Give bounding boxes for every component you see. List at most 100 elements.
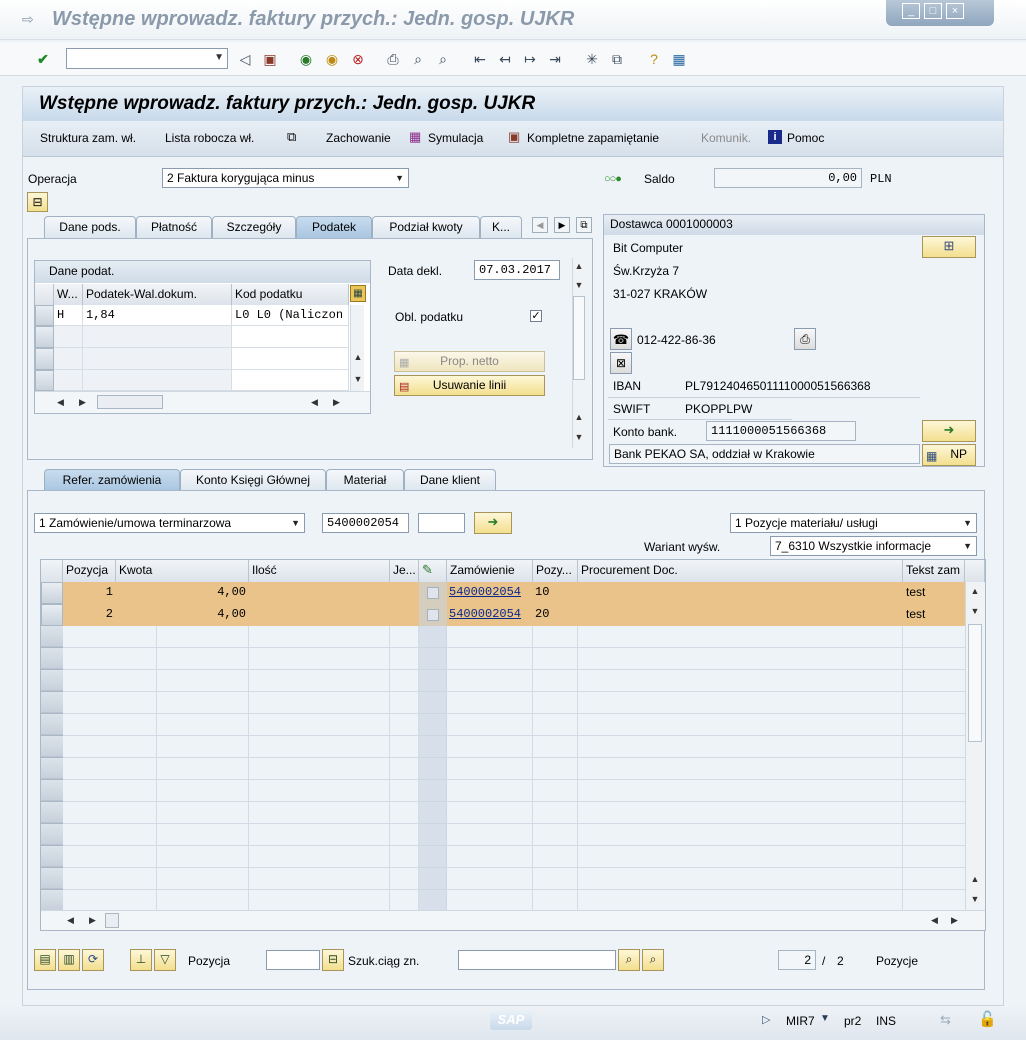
help-icon[interactable]: ? [645, 50, 663, 68]
items-col-pozy[interactable]: Pozy... [533, 560, 578, 582]
scroll-left-icon[interactable]: ◀ [57, 397, 64, 408]
obl-podatku-checkbox[interactable]: ✓ [530, 310, 542, 322]
item-zamowienie-link[interactable]: 5400002054 [449, 585, 521, 599]
items-col-config[interactable] [965, 560, 985, 582]
scroll-down-icon[interactable]: ▼ [967, 894, 983, 904]
item-kwota[interactable]: 4,00 [116, 607, 246, 621]
scroll-down-icon[interactable]: ▼ [573, 432, 585, 442]
items-empty-rows[interactable] [41, 626, 965, 910]
find-position-button[interactable]: ⊟ [322, 949, 344, 971]
items-col-procurement[interactable]: Procurement Doc. [578, 560, 903, 582]
tax-cell-empty[interactable] [232, 348, 349, 370]
refresh-button[interactable]: ⟳ [82, 949, 104, 971]
scroll-up-icon[interactable]: ▲ [967, 874, 983, 884]
transfer-po-button[interactable]: ➜ [474, 512, 512, 534]
layout-select[interactable]: 1 Pozycje materiału/ usługi ▼ [730, 513, 977, 533]
back-icon[interactable]: ◁ [236, 50, 254, 68]
tab-dane-klient[interactable]: Dane klient [404, 469, 496, 491]
pozycja-field[interactable] [266, 950, 320, 970]
tab-dane-pods[interactable]: Dane pods. [44, 216, 136, 238]
search-button[interactable]: ⌕ [618, 949, 640, 971]
minimize-icon[interactable]: _ [902, 3, 920, 19]
scroll-right-icon[interactable]: ▶ [89, 915, 96, 926]
scroll-up-icon[interactable]: ▲ [967, 586, 983, 596]
deselect-all-button[interactable]: ▥ [58, 949, 80, 971]
status-toggle-icon[interactable]: ▷ [762, 1013, 770, 1026]
tab-podzial-kwoty[interactable]: Podział kwoty [372, 216, 480, 238]
scroll-up-icon[interactable]: ▲ [573, 261, 585, 271]
folder-toggle-icon[interactable]: ⊟ [27, 192, 48, 212]
scroll-thumb[interactable] [97, 395, 163, 409]
tax-row-selector[interactable] [35, 348, 54, 370]
lista-robocza-button[interactable]: Lista robocza wł. [165, 131, 254, 145]
item-pozy[interactable]: 10 [535, 585, 549, 599]
data-dekl-field[interactable]: 07.03.2017 [474, 260, 560, 280]
tab-scroll-left-icon[interactable]: ◀ [532, 217, 548, 233]
scroll-left-icon[interactable]: ◀ [67, 915, 74, 926]
filter-button[interactable]: ▽ [154, 949, 176, 971]
items-col-pozycja[interactable]: Pozycja [63, 560, 116, 582]
find-next-icon[interactable]: ⌕ [434, 50, 452, 68]
np-button[interactable]: ▦ NP [922, 444, 976, 466]
command-field[interactable]: ▼ [66, 48, 228, 69]
scroll-right-icon[interactable]: ▶ [79, 397, 86, 408]
items-col-zamowienie[interactable]: Zamówienie [447, 560, 533, 582]
scroll-left-icon[interactable]: ◀ [931, 915, 938, 926]
tax-col-code[interactable]: Kod podatku [232, 284, 349, 305]
lock-icon[interactable]: 🔓 [978, 1010, 997, 1028]
items-col-ilosc[interactable]: Ilość [249, 560, 390, 582]
tax-row-selector[interactable] [35, 305, 54, 326]
pomoc-button[interactable]: Pomoc [787, 131, 824, 145]
bank-transfer-button[interactable]: ➜ [922, 420, 976, 442]
items-col-kwota[interactable]: Kwota [116, 560, 249, 582]
item-pos[interactable]: 1 [63, 585, 113, 599]
tax-cell-code[interactable]: L0 L0 (Naliczon [232, 305, 349, 326]
scroll-up-icon[interactable]: ▲ [573, 412, 585, 422]
tax-cell-empty[interactable] [232, 370, 349, 391]
items-hscroll[interactable]: ◀ ▶ ◀ ▶ [41, 910, 985, 930]
items-row-selectors[interactable] [41, 626, 63, 910]
scroll-right-icon[interactable]: ▶ [951, 915, 958, 926]
items-col-check-icon[interactable]: ✎ [419, 560, 447, 582]
tab-refer-zamowienia[interactable]: Refer. zamówienia [44, 469, 180, 491]
next-page-icon[interactable]: ↦ [521, 50, 539, 68]
select-all-button[interactable]: ▤ [34, 949, 56, 971]
chevron-down-icon[interactable]: ▼ [820, 1013, 830, 1024]
print-icon[interactable]: ⎙ [384, 50, 402, 68]
first-page-icon[interactable]: ⇤ [471, 50, 489, 68]
vendor-bank-icon[interactable]: ⊠ [610, 352, 632, 374]
usuwanie-linii-button[interactable]: ▤ Usuwanie linii [394, 375, 545, 396]
scroll-down-icon[interactable]: ▼ [352, 374, 364, 384]
vendor-display-button[interactable]: ⊞ [922, 236, 976, 258]
maximize-icon[interactable]: □ [924, 3, 942, 19]
scroll-thumb[interactable] [573, 296, 585, 380]
ref-type-select[interactable]: 1 Zamówienie/umowa terminarzowa ▼ [34, 513, 305, 533]
hold-icon[interactable]: ⧉ [287, 129, 296, 145]
item-tekst[interactable]: test [906, 585, 925, 599]
tab-platnosc[interactable]: Płatność [136, 216, 212, 238]
symulacja-button[interactable]: Symulacja [428, 131, 483, 145]
tax-hscroll[interactable]: ◀ ▶ ◀ ▶ [35, 391, 370, 413]
create-session-icon[interactable]: ✳ [583, 50, 601, 68]
scroll-down-icon[interactable]: ▼ [967, 606, 983, 616]
window-menu-icon[interactable]: ⇨ [22, 11, 34, 28]
szuk-field[interactable] [458, 950, 616, 970]
close-icon[interactable]: × [946, 3, 964, 19]
scroll-right-icon[interactable]: ▶ [333, 397, 340, 408]
scroll-thumb[interactable] [968, 624, 982, 742]
struktura-button[interactable]: Struktura zam. wł. [40, 131, 136, 145]
operacja-select[interactable]: 2 Faktura korygująca minus ▼ [162, 168, 409, 188]
scroll-down-icon[interactable]: ▼ [573, 280, 585, 290]
tab-list-icon[interactable]: ⧉ [576, 217, 592, 233]
shortcut-icon[interactable]: ⧉ [608, 50, 626, 68]
chevron-down-icon[interactable]: ▼ [214, 52, 224, 63]
po-number-field[interactable]: 5400002054 [322, 513, 409, 533]
zachowanie-button[interactable]: Zachowanie [326, 131, 391, 145]
tax-cell-amount[interactable]: 1,84 [83, 305, 232, 326]
find-icon[interactable]: ⌕ [409, 50, 427, 68]
tab-material[interactable]: Materiał [326, 469, 404, 491]
tax-cell-empty[interactable] [232, 326, 349, 348]
items-row-selector[interactable] [41, 582, 63, 604]
cancel-icon[interactable]: ⊗ [349, 50, 367, 68]
tab-more[interactable]: K... [480, 216, 522, 238]
